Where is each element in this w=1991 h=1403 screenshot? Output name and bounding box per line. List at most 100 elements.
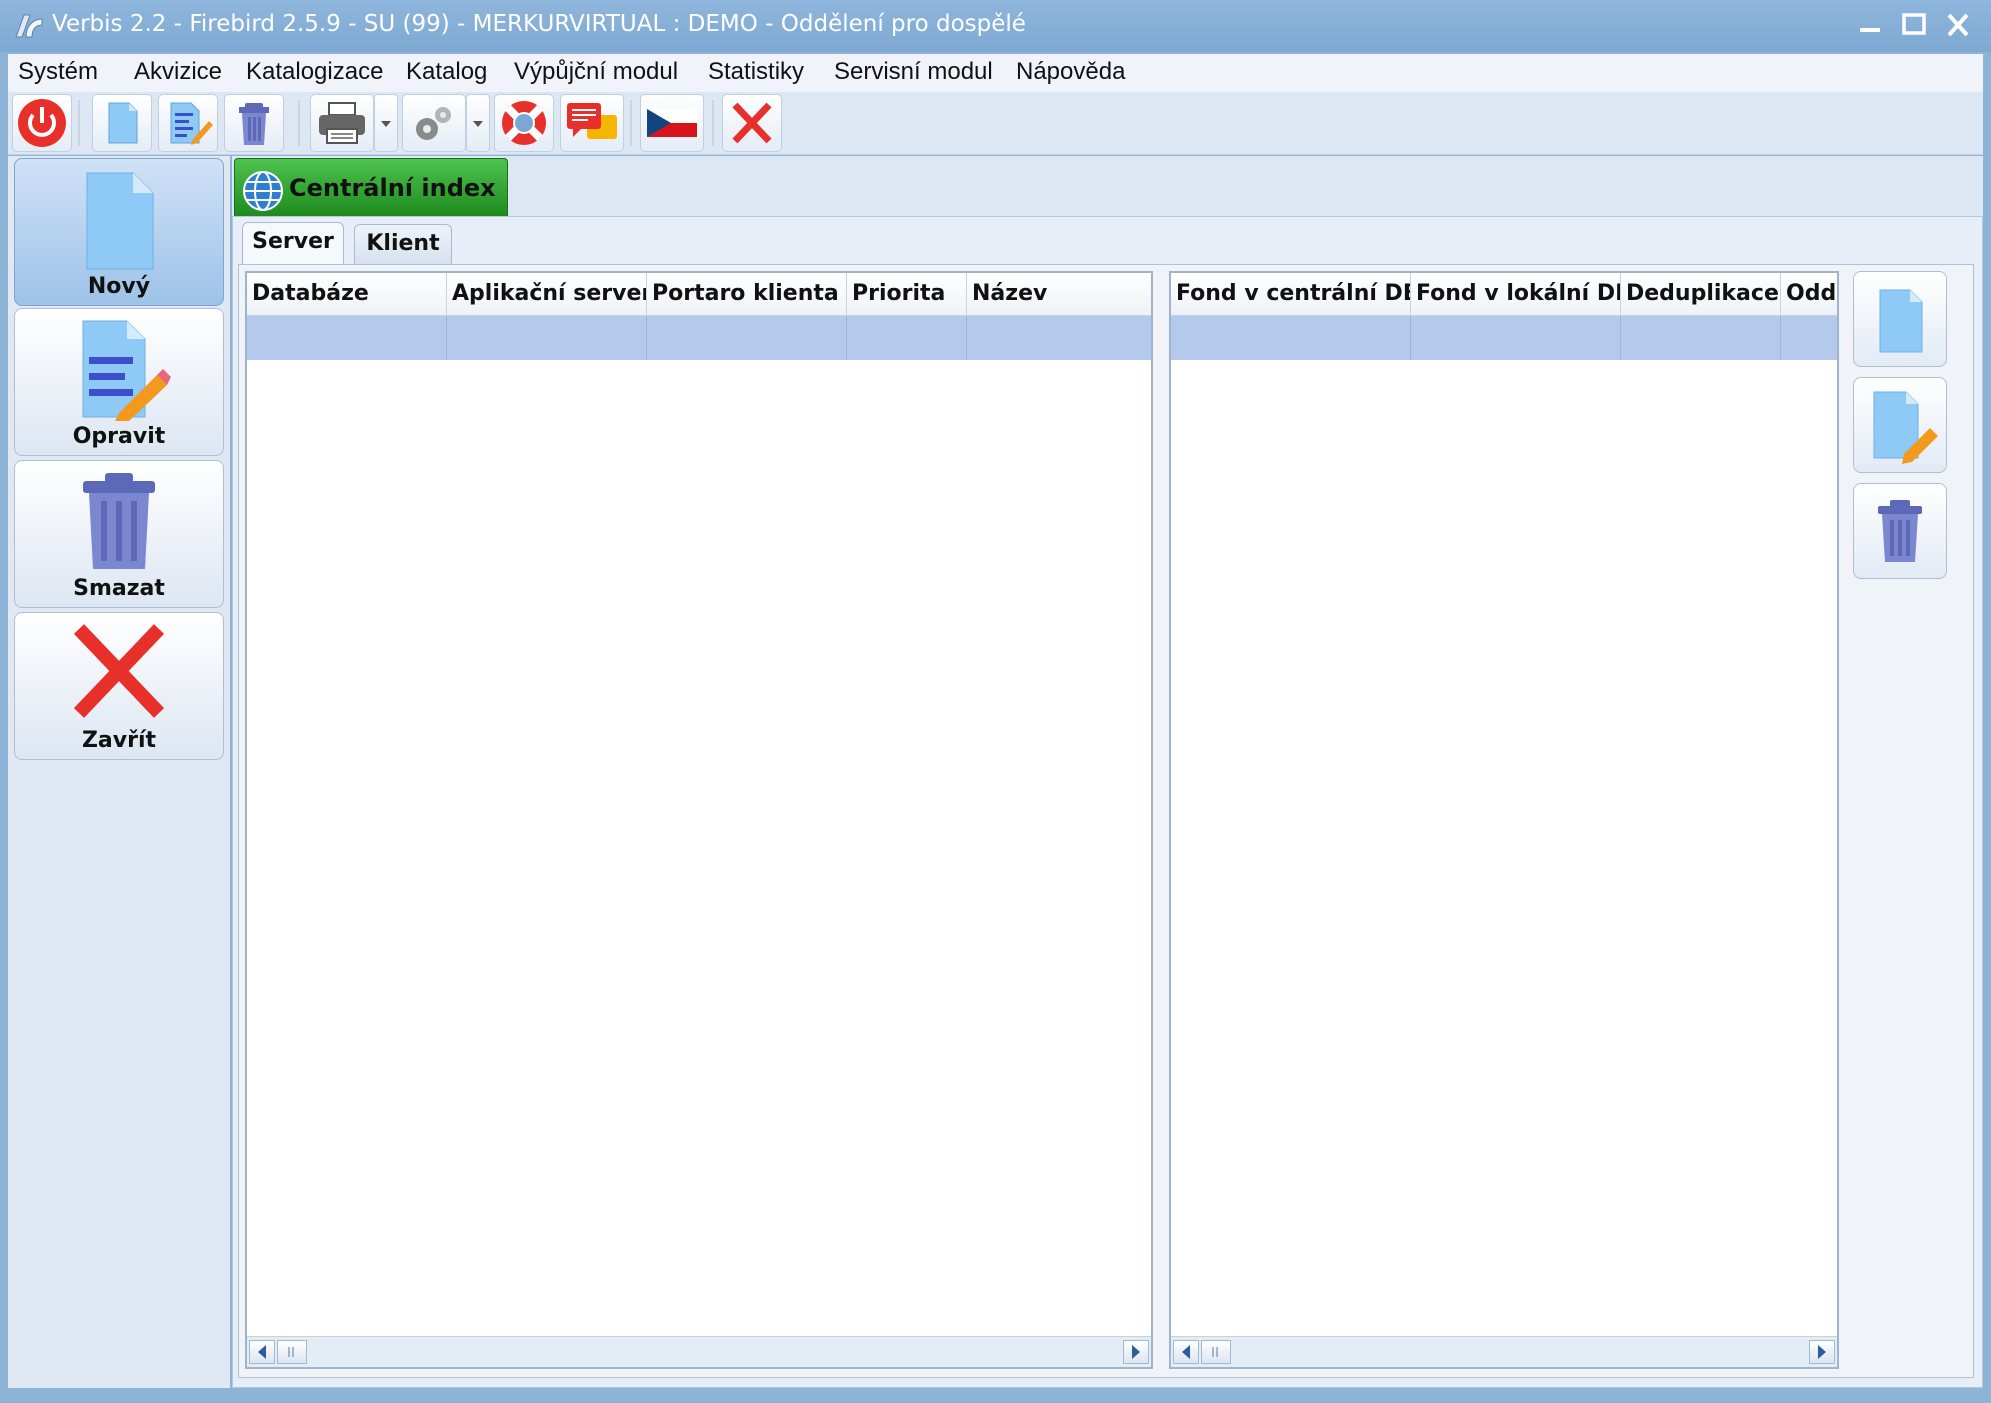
trash-icon [239,103,269,145]
toolbar-delete-button[interactable] [224,94,284,152]
close-button-label: Zavřít [81,728,157,753]
table-cell[interactable] [1781,316,1837,360]
fond-delete-button[interactable] [1853,483,1947,579]
toolbar-settings-button[interactable] [402,94,466,152]
column-header-aplikacni-server[interactable]: Aplikační server [447,273,647,315]
scroll-left-button[interactable] [1173,1340,1199,1364]
toolbar-separator [630,100,632,146]
table-row[interactable] [247,316,1151,360]
toolbar-help-button[interactable] [494,94,554,152]
toolbar-new-button[interactable] [92,94,152,152]
close-window-icon[interactable] [1938,8,1978,42]
tab-klient[interactable]: Klient [354,224,452,265]
tab-centralni-index[interactable]: Centrální index [234,158,508,217]
arrow-left-icon [1182,1345,1190,1359]
column-header-nazev[interactable]: Název [967,273,1151,315]
settings-dropdown[interactable] [466,94,490,152]
scroll-right-button[interactable] [1809,1340,1835,1364]
table-cell[interactable] [967,316,1151,360]
edit-document-icon [1873,391,1938,464]
new-document-icon [1879,289,1923,353]
arrow-left-icon [258,1345,266,1359]
toolbar-power-button[interactable] [12,94,72,152]
grid-header: Fond v centrální DB Fond v lokální DB De… [1171,273,1837,316]
scroll-thumb[interactable] [1201,1340,1231,1364]
maximize-icon[interactable] [1894,8,1934,42]
new-button-label: Nový [87,274,151,299]
column-header-fond-v-centralni-db[interactable]: Fond v centrální DB [1171,273,1411,315]
toolbar [8,92,1983,155]
tab-centralni-index-label: Centrální index [289,174,496,202]
grip-icon [1212,1347,1218,1357]
globe-icon [243,171,283,211]
table-cell[interactable] [647,316,847,360]
czech-flag-icon [647,109,697,137]
scroll-right-button[interactable] [1123,1340,1149,1364]
chevron-down-icon [381,121,391,127]
column-header-portaro-klienta[interactable]: Portaro klienta [647,273,847,315]
table-cell[interactable] [1411,316,1621,360]
fond-edit-button[interactable] [1853,377,1947,473]
column-header-oddeleni[interactable]: Oddě [1781,273,1837,315]
table-cell[interactable] [1621,316,1781,360]
fond-new-button[interactable] [1853,271,1947,367]
column-header-fond-v-lokalni-db[interactable]: Fond v lokální DB [1411,273,1621,315]
menu-katalog[interactable]: Katalog [406,58,487,86]
toolbar-close-button[interactable] [722,94,782,152]
horizontal-scrollbar[interactable] [247,1336,1151,1367]
edit-document-icon [82,320,171,421]
menu-vypujcni-modul[interactable]: Výpůjční modul [514,58,678,86]
fond-grid[interactable]: Fond v centrální DB Fond v lokální DB De… [1169,271,1839,1369]
help-lifebuoy-icon [502,101,546,145]
menu-system[interactable]: Systém [18,58,98,86]
menu-servisni-modul[interactable]: Servisní modul [834,58,993,86]
toolbar-separator [298,100,300,146]
edit-button-label: Opravit [72,424,166,449]
table-row[interactable] [1171,316,1837,360]
scroll-left-button[interactable] [249,1340,275,1364]
scroll-thumb[interactable] [277,1340,307,1364]
arrow-right-icon [1132,1345,1140,1359]
toolbar-separator [78,100,80,146]
menu-statistiky[interactable]: Statistiky [708,58,804,86]
trash-icon [83,473,155,569]
table-cell[interactable] [1171,316,1411,360]
delete-button-label: Smazat [73,576,165,601]
delete-button[interactable]: Smazat [14,460,224,608]
title-bar[interactable]: Verbis 2.2 - Firebird 2.5.9 - SU (99) - … [0,0,1991,52]
server-grid[interactable]: Databáze Aplikační server Portaro klient… [245,271,1153,1369]
edit-button[interactable]: Opravit [14,308,224,456]
menu-akvizice[interactable]: Akvizice [134,58,222,86]
column-header-priorita[interactable]: Priorita [847,273,967,315]
arrow-right-icon [1818,1345,1826,1359]
toolbar-language-button[interactable] [640,94,704,152]
table-cell[interactable] [247,316,447,360]
tab-server[interactable]: Server [242,222,344,267]
print-dropdown[interactable] [374,94,398,152]
table-cell[interactable] [847,316,967,360]
close-x-icon [73,624,165,718]
new-button[interactable]: Nový [14,158,224,306]
toolbar-edit-button[interactable] [158,94,218,152]
column-header-deduplikace[interactable]: Deduplikace [1621,273,1781,315]
toolbar-separator [712,100,714,146]
menu-napoveda[interactable]: Nápověda [1016,58,1125,86]
toolbar-print-button[interactable] [310,94,374,152]
close-x-icon [732,102,772,144]
chat-messages-icon [567,103,617,139]
toolbar-messages-button[interactable] [560,94,624,152]
application-window: Verbis 2.2 - Firebird 2.5.9 - SU (99) - … [0,0,1991,1403]
minimize-icon[interactable] [1850,8,1890,42]
grid-header: Databáze Aplikační server Portaro klient… [247,273,1151,316]
menu-katalogizace[interactable]: Katalogizace [246,58,383,86]
close-button[interactable]: Zavřít [14,612,224,760]
server-panel: Databáze Aplikační server Portaro klient… [238,264,1974,1378]
app-logo-icon [15,14,43,38]
edit-document-icon [170,102,213,145]
chevron-down-icon [473,121,483,127]
table-cell[interactable] [447,316,647,360]
grip-icon [288,1347,294,1357]
column-header-databaze[interactable]: Databáze [247,273,447,315]
horizontal-scrollbar[interactable] [1171,1336,1837,1367]
settings-gear-icon [416,107,451,140]
